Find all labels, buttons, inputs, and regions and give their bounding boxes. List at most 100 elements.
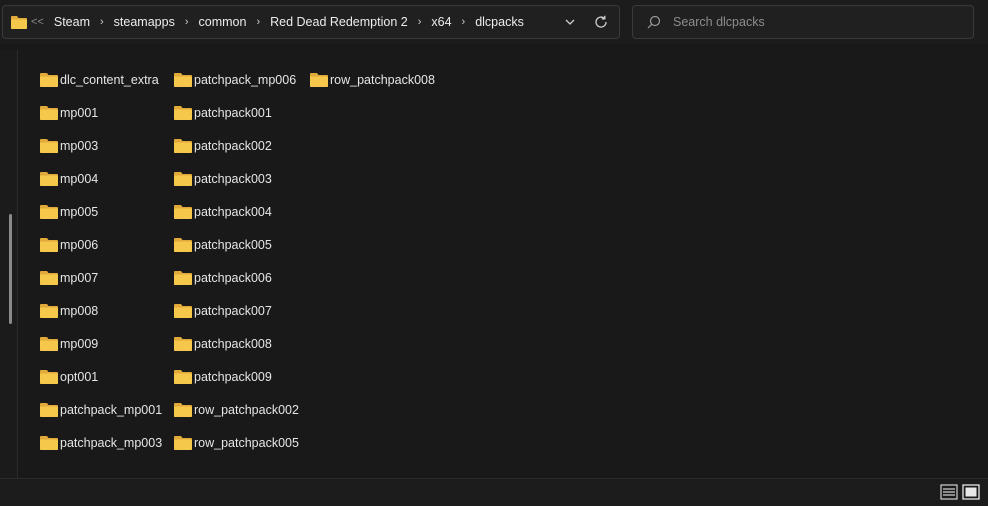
folder-name: row_patchpack005 xyxy=(194,435,299,450)
folder-item[interactable]: patchpack004 xyxy=(174,195,310,228)
folder-name: patchpack008 xyxy=(194,336,272,351)
folder-icon xyxy=(40,271,58,285)
chevron-right-icon[interactable]: › xyxy=(185,16,189,28)
folder-icon xyxy=(40,403,58,417)
details-view-icon[interactable] xyxy=(940,484,958,500)
folder-name: patchpack006 xyxy=(194,270,272,285)
folder-icon xyxy=(174,205,192,219)
folder-icon xyxy=(40,205,58,219)
folder-name: mp004 xyxy=(60,171,99,186)
file-list[interactable]: dlc_content_extra mp001 mp003 mp004 mp005 mp0… xyxy=(18,50,988,478)
folder-name: patchpack007 xyxy=(194,303,272,318)
folder-icon xyxy=(40,139,58,153)
folder-name: mp009 xyxy=(60,336,99,351)
chevron-right-icon[interactable]: › xyxy=(418,16,422,28)
tiles-view-icon[interactable] xyxy=(962,484,980,500)
folder-item[interactable]: mp008 xyxy=(40,294,174,327)
chevron-right-icon[interactable]: › xyxy=(100,16,104,28)
folder-name: patchpack009 xyxy=(194,369,272,384)
folder-item[interactable]: patchpack_mp006 xyxy=(174,63,310,96)
folder-icon xyxy=(174,106,192,120)
folder-name: patchpack001 xyxy=(194,105,272,120)
chevron-down-icon[interactable] xyxy=(563,15,577,29)
folder-icon xyxy=(40,370,58,384)
folder-item[interactable]: mp009 xyxy=(40,327,174,360)
breadcrumb-x64[interactable]: x64 xyxy=(431,15,451,29)
folder-name: mp005 xyxy=(60,204,99,219)
folder-item[interactable]: patchpack007 xyxy=(174,294,310,327)
chevron-right-icon[interactable]: › xyxy=(462,16,466,28)
folder-name: row_patchpack008 xyxy=(330,72,435,87)
folder-name: patchpack_mp001 xyxy=(60,402,163,417)
address-bar[interactable]: << Steam › steamapps › common › Red Dead… xyxy=(2,5,620,39)
breadcrumb-steamapps[interactable]: steamapps xyxy=(114,15,175,29)
folder-icon xyxy=(174,337,192,351)
folder-icon xyxy=(174,238,192,252)
folder-item[interactable]: patchpack_mp001 xyxy=(40,393,174,426)
breadcrumb-overflow[interactable]: << xyxy=(31,16,44,28)
folder-item[interactable]: mp005 xyxy=(40,195,174,228)
search-input[interactable] xyxy=(673,15,953,29)
folder-name: row_patchpack002 xyxy=(194,402,299,417)
folder-icon xyxy=(174,73,192,87)
folder-name: mp003 xyxy=(60,138,99,153)
folder-icon xyxy=(40,238,58,252)
folder-name: patchpack_mp003 xyxy=(60,435,163,450)
scrollbar-thumb[interactable] xyxy=(9,214,12,324)
top-bar: << Steam › steamapps › common › Red Dead… xyxy=(0,0,988,44)
folder-item[interactable]: opt001 xyxy=(40,360,174,393)
navigation-pane-edge[interactable] xyxy=(0,50,18,478)
folder-item[interactable]: patchpack006 xyxy=(174,261,310,294)
folder-item[interactable]: patchpack005 xyxy=(174,228,310,261)
folder-icon xyxy=(11,16,27,29)
folder-item[interactable]: row_patchpack005 xyxy=(174,426,310,459)
status-bar xyxy=(0,478,988,506)
search-icon xyxy=(647,15,661,29)
folder-item[interactable]: mp004 xyxy=(40,162,174,195)
folder-item[interactable]: mp006 xyxy=(40,228,174,261)
folder-icon xyxy=(40,436,58,450)
folder-icon xyxy=(40,106,58,120)
folder-name: dlc_content_extra xyxy=(60,72,159,87)
folder-item[interactable]: patchpack_mp003 xyxy=(40,426,174,459)
folder-item[interactable]: mp007 xyxy=(40,261,174,294)
folder-icon xyxy=(174,271,192,285)
search-box[interactable] xyxy=(632,5,974,39)
folder-icon xyxy=(40,304,58,318)
folder-name: patchpack003 xyxy=(194,171,272,186)
folder-name: mp008 xyxy=(60,303,99,318)
folder-item[interactable]: patchpack003 xyxy=(174,162,310,195)
folder-item[interactable]: patchpack001 xyxy=(174,96,310,129)
folder-icon xyxy=(174,403,192,417)
folder-name: mp007 xyxy=(60,270,99,285)
folder-icon xyxy=(174,304,192,318)
folder-name: mp006 xyxy=(60,237,99,252)
refresh-icon[interactable] xyxy=(593,14,609,30)
folder-icon xyxy=(174,436,192,450)
folder-item[interactable]: mp003 xyxy=(40,129,174,162)
folder-item[interactable]: patchpack009 xyxy=(174,360,310,393)
folder-name: patchpack002 xyxy=(194,138,272,153)
folder-item[interactable]: row_patchpack002 xyxy=(174,393,310,426)
chevron-right-icon[interactable]: › xyxy=(256,16,260,28)
breadcrumb-steam[interactable]: Steam xyxy=(54,15,90,29)
folder-icon xyxy=(40,73,58,87)
breadcrumb-dlcpacks[interactable]: dlcpacks xyxy=(475,15,524,29)
folder-name: patchpack004 xyxy=(194,204,272,219)
folder-name: patchpack_mp006 xyxy=(194,72,297,87)
folder-icon xyxy=(174,172,192,186)
folder-item[interactable]: row_patchpack008 xyxy=(310,63,450,96)
folder-icon xyxy=(40,337,58,351)
folder-name: mp001 xyxy=(60,105,99,120)
folder-icon xyxy=(174,139,192,153)
folder-item[interactable]: patchpack002 xyxy=(174,129,310,162)
folder-icon xyxy=(310,73,328,87)
breadcrumb-rdr2[interactable]: Red Dead Redemption 2 xyxy=(270,15,408,29)
breadcrumb-common[interactable]: common xyxy=(199,15,247,29)
folder-name: opt001 xyxy=(60,369,99,384)
folder-icon xyxy=(40,172,58,186)
folder-item[interactable]: patchpack008 xyxy=(174,327,310,360)
folder-item[interactable]: dlc_content_extra xyxy=(40,63,174,96)
folder-icon xyxy=(174,370,192,384)
folder-item[interactable]: mp001 xyxy=(40,96,174,129)
